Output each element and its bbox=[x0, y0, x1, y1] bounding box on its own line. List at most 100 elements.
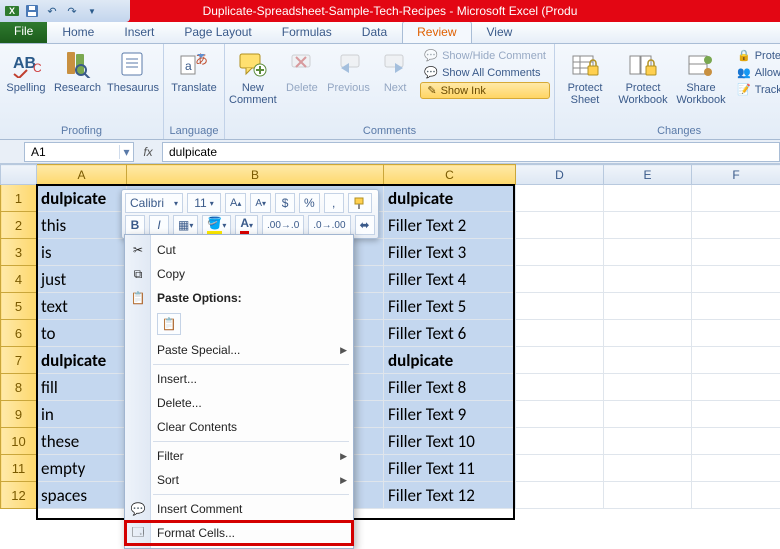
cell[interactable]: this bbox=[37, 212, 127, 239]
cell[interactable]: dulpicate bbox=[384, 185, 516, 212]
cell[interactable] bbox=[692, 374, 780, 401]
cm-sort[interactable]: Sort▶ bbox=[125, 468, 353, 492]
cell[interactable] bbox=[604, 374, 692, 401]
show-all-comments-button[interactable]: 💬Show All Comments bbox=[420, 65, 550, 80]
cell[interactable] bbox=[604, 185, 692, 212]
next-comment-button[interactable]: Next bbox=[376, 46, 414, 118]
col-header-e[interactable]: E bbox=[604, 165, 692, 185]
cell[interactable]: in bbox=[37, 401, 127, 428]
new-comment-button[interactable]: New Comment bbox=[229, 46, 277, 118]
row-header[interactable]: 4 bbox=[1, 266, 37, 293]
cell[interactable] bbox=[692, 401, 780, 428]
cell[interactable]: Filler Text 2 bbox=[384, 212, 516, 239]
cell[interactable]: is bbox=[37, 239, 127, 266]
row-header[interactable]: 12 bbox=[1, 482, 37, 509]
cell[interactable] bbox=[516, 428, 604, 455]
mini-currency-button[interactable]: $ bbox=[275, 193, 295, 213]
cell[interactable]: Filler Text 3 bbox=[384, 239, 516, 266]
cell[interactable]: text bbox=[37, 293, 127, 320]
undo-icon[interactable]: ↶ bbox=[44, 3, 60, 19]
cell[interactable]: these bbox=[37, 428, 127, 455]
tab-data[interactable]: Data bbox=[347, 21, 402, 43]
mini-italic-button[interactable]: I bbox=[149, 215, 169, 235]
cell[interactable] bbox=[692, 428, 780, 455]
cell[interactable]: to bbox=[37, 320, 127, 347]
cell[interactable] bbox=[516, 293, 604, 320]
share-workbook-button[interactable]: Share Workbook bbox=[675, 46, 727, 118]
cell[interactable]: empty bbox=[37, 455, 127, 482]
cell[interactable] bbox=[604, 239, 692, 266]
cell[interactable] bbox=[692, 185, 780, 212]
row-header[interactable]: 2 bbox=[1, 212, 37, 239]
cell[interactable] bbox=[692, 239, 780, 266]
cell[interactable] bbox=[692, 266, 780, 293]
research-button[interactable]: Research bbox=[54, 46, 101, 118]
cell[interactable] bbox=[604, 482, 692, 509]
cell[interactable]: Filler Text 6 bbox=[384, 320, 516, 347]
cell[interactable] bbox=[692, 455, 780, 482]
cell[interactable] bbox=[516, 266, 604, 293]
cell[interactable] bbox=[516, 320, 604, 347]
tab-review[interactable]: Review bbox=[402, 21, 471, 43]
tab-view[interactable]: View bbox=[472, 21, 528, 43]
mini-border-button[interactable]: ▦▾ bbox=[173, 215, 198, 235]
mini-decrease-decimal-button[interactable]: .00→.0 bbox=[262, 215, 304, 235]
cell[interactable]: spaces bbox=[37, 482, 127, 509]
row-header[interactable]: 10 bbox=[1, 428, 37, 455]
cell[interactable] bbox=[692, 482, 780, 509]
col-header-a[interactable]: A bbox=[37, 165, 127, 185]
row-header[interactable]: 3 bbox=[1, 239, 37, 266]
cell[interactable]: Filler Text 8 bbox=[384, 374, 516, 401]
mini-bold-button[interactable]: B bbox=[125, 215, 145, 235]
save-icon[interactable] bbox=[24, 3, 40, 19]
cm-clear-contents[interactable]: Clear Contents bbox=[125, 415, 353, 439]
row-header[interactable]: 7 bbox=[1, 347, 37, 374]
cell[interactable] bbox=[604, 347, 692, 374]
protect-share-button[interactable]: 🔒Protect bbox=[733, 48, 780, 63]
namebox-dropdown-icon[interactable]: ▾ bbox=[119, 145, 133, 159]
cell[interactable] bbox=[516, 212, 604, 239]
cell[interactable] bbox=[516, 455, 604, 482]
show-hide-comment-button[interactable]: 💬Show/Hide Comment bbox=[420, 48, 550, 63]
cell[interactable] bbox=[516, 374, 604, 401]
cell[interactable] bbox=[604, 428, 692, 455]
formula-input[interactable]: dulpicate bbox=[162, 142, 780, 162]
cm-cut[interactable]: ✂Cut bbox=[125, 238, 353, 262]
select-all-corner[interactable] bbox=[1, 165, 37, 185]
mini-grow-font-button[interactable]: A▴ bbox=[225, 193, 246, 213]
cm-insert-comment[interactable]: 💬Insert Comment bbox=[125, 497, 353, 521]
cell[interactable]: Filler Text 10 bbox=[384, 428, 516, 455]
col-header-c[interactable]: C bbox=[384, 165, 516, 185]
cm-insert[interactable]: Insert... bbox=[125, 367, 353, 391]
paste-option-default[interactable]: 📋 bbox=[157, 313, 181, 335]
thesaurus-button[interactable]: Thesaurus bbox=[107, 46, 159, 118]
cell[interactable] bbox=[516, 185, 604, 212]
redo-icon[interactable]: ↷ bbox=[64, 3, 80, 19]
cell[interactable]: Filler Text 5 bbox=[384, 293, 516, 320]
previous-comment-button[interactable]: Previous bbox=[327, 46, 370, 118]
cell[interactable] bbox=[692, 320, 780, 347]
show-ink-button[interactable]: ✎Show Ink bbox=[420, 82, 550, 99]
spelling-button[interactable]: ABC Spelling bbox=[4, 46, 48, 118]
cell[interactable] bbox=[516, 239, 604, 266]
cell[interactable]: Filler Text 12 bbox=[384, 482, 516, 509]
fx-icon[interactable]: fx bbox=[138, 145, 158, 159]
cm-paste-special[interactable]: Paste Special...▶ bbox=[125, 338, 353, 362]
row-header[interactable]: 11 bbox=[1, 455, 37, 482]
cm-filter[interactable]: Filter▶ bbox=[125, 444, 353, 468]
cell[interactable] bbox=[692, 347, 780, 374]
cell[interactable] bbox=[604, 320, 692, 347]
cm-delete[interactable]: Delete... bbox=[125, 391, 353, 415]
cm-format-cells[interactable]: 🗔Format Cells... bbox=[125, 521, 353, 545]
cell[interactable] bbox=[516, 347, 604, 374]
row-header[interactable]: 9 bbox=[1, 401, 37, 428]
mini-font-select[interactable]: Calibri▾ bbox=[125, 193, 183, 213]
cell[interactable] bbox=[604, 455, 692, 482]
cell[interactable] bbox=[604, 266, 692, 293]
cell[interactable] bbox=[604, 212, 692, 239]
cell[interactable] bbox=[692, 293, 780, 320]
tab-formulas[interactable]: Formulas bbox=[267, 21, 347, 43]
cell[interactable]: fill bbox=[37, 374, 127, 401]
track-changes-button[interactable]: 📝Track Cl bbox=[733, 82, 780, 97]
row-header[interactable]: 5 bbox=[1, 293, 37, 320]
